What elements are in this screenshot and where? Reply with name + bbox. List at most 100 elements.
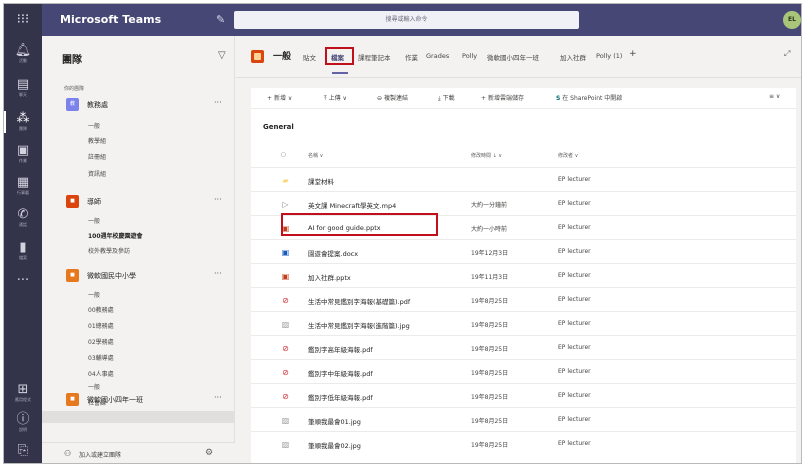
tab-join-community[interactable]: 加入社群 [560, 52, 586, 62]
gear-icon[interactable]: ⚙ [205, 448, 213, 458]
app-launcher-icon[interactable]: ⁝⁝⁝ [4, 4, 42, 36]
rail-label: 行事曆 [17, 190, 29, 195]
upload-button[interactable]: ⤒ 上傳 ∨ [324, 93, 347, 103]
rail-item-calls[interactable]: ✆ 通話 [4, 208, 42, 228]
chat-icon: ▤ [16, 77, 30, 92]
more-options-icon[interactable]: ··· [214, 195, 222, 204]
file-row[interactable]: ▣ 加入社群.pptx 19年11月3日 EP lecturer [251, 263, 796, 287]
add-tab-button[interactable]: + [629, 49, 637, 59]
channel-item[interactable]: 01總務處 [88, 321, 114, 330]
channel-item[interactable]: 一般 [88, 290, 100, 299]
file-name[interactable]: 園遊會提案.docx [308, 248, 358, 258]
channel-item[interactable]: 校外教學及參訪 [88, 246, 130, 255]
download-button[interactable]: ⤓ 下載 [438, 93, 455, 103]
open-in-sharepoint-button[interactable]: S 在 SharePoint 中開啟 [556, 93, 622, 102]
view-options-icon[interactable]: ≡ ∨ [769, 93, 780, 100]
file-modified-by: EP lecturer [558, 272, 591, 279]
tab-grades[interactable]: Grades [426, 52, 449, 60]
tab-class-4-1[interactable]: 微軟國小四年一班 [487, 52, 539, 62]
new-button[interactable]: + 新增 ∨ [267, 93, 292, 102]
tab-polly-1[interactable]: Polly (1) [596, 52, 622, 60]
file-row[interactable]: ⊘ 生活中常見鑑別字海報(基礎篇).pdf 19年8月25日 EP lecturer [251, 287, 796, 311]
file-name[interactable]: 生活中常見鑑別字海報(基礎篇).pdf [308, 296, 410, 306]
team-row[interactable]: ■ 微軟國小四年一班 ··· [42, 391, 235, 409]
file-row[interactable]: ▷ 英文課 Minecraft學英文.mp4 大約一分鐘前 EP lecturer [251, 191, 796, 215]
file-name[interactable]: 課堂材料 [308, 176, 334, 186]
channel-title: 一般 [273, 52, 292, 62]
rail-item-teams[interactable]: ⁂ 團隊 [4, 112, 42, 132]
file-name[interactable]: 鑑別字高年級海報.pdf [308, 344, 373, 354]
rail-item-calendar[interactable]: ▦ 行事曆 [4, 176, 42, 196]
rail-item-apps[interactable]: ⊞ 應用程式 [4, 383, 42, 403]
rail-item-download[interactable]: ⎘ [4, 444, 42, 458]
join-or-create-team[interactable]: ⚇ 加入或建立團隊 ⚙ [42, 442, 235, 463]
channel-item-selected[interactable]: 一般 [88, 382, 100, 391]
file-modified: 19年11月3日 [471, 274, 509, 281]
rail-item-files[interactable]: ▮ 檔案 [4, 241, 42, 261]
file-row[interactable]: ⊘ 鑑別字低年級海報.pdf 19年8月25日 EP lecturer [251, 383, 796, 407]
pdf-file-icon: ⊘ [282, 368, 289, 377]
channel-item[interactable]: 社會課 [88, 398, 106, 407]
file-row[interactable]: ▨ 筆順我最會01.jpg 19年8月25日 EP lecturer [251, 407, 796, 431]
file-name[interactable]: 筆順我最會01.jpg [308, 416, 361, 426]
column-modified-by[interactable]: 修改者 ∨ [558, 152, 578, 159]
channel-item[interactable]: 註冊組 [88, 152, 106, 161]
folder-title: General [263, 123, 294, 131]
channel-item[interactable]: 02學務處 [88, 337, 114, 346]
team-row[interactable]: ■ 微軟國民中小學 ··· [42, 267, 235, 285]
file-row[interactable]: ⊘ 鑑別字中年級海報.pdf 19年8月25日 EP lecturer [251, 359, 796, 383]
tab-polly[interactable]: Polly [462, 52, 477, 60]
team-row[interactable]: ■ 導師 ··· [42, 193, 235, 211]
file-name[interactable]: 生活中常見鑑別字海報(進階篇).jpg [308, 320, 410, 330]
channel-item[interactable]: 100週年校慶園遊會 [88, 231, 143, 240]
rail-item-help[interactable]: ⓘ 說明 [4, 413, 42, 433]
channel-item[interactable]: 教學組 [88, 136, 106, 145]
rail-label: 作業 [19, 158, 27, 163]
teams-window: ⁝⁝⁝ Microsoft Teams ✎ 搜尋或輸入命令 EL 🔔︎ 活動 ▤… [3, 3, 802, 464]
rail-item-more[interactable]: ··· [4, 274, 42, 288]
rail-item-activity[interactable]: 🔔︎ 活動 [4, 44, 42, 64]
image-file-icon: ▨ [281, 440, 290, 449]
expand-icon[interactable]: ⤢ [784, 49, 790, 59]
column-modified[interactable]: 修改時間 ↓ ∨ [471, 152, 502, 159]
file-name[interactable]: 加入社群.pptx [308, 272, 351, 282]
channel-item[interactable]: 04人事處 [88, 369, 114, 378]
active-tab-underline [332, 72, 348, 74]
teams-panel: 團隊 ▽ 你的團隊 教 教務處 ··· 一般 教學組 註冊組 資訊組 ■ 導師 … [42, 36, 235, 463]
file-row[interactable]: ▣ 園遊會提案.docx 19年12月3日 EP lecturer [251, 239, 796, 263]
file-name[interactable]: 筆順我最會02.jpg [308, 440, 361, 450]
download-label: 下載 [442, 95, 455, 102]
channel-item[interactable]: 一般 [88, 121, 100, 130]
more-options-icon[interactable]: ··· [214, 269, 222, 278]
avatar[interactable]: EL [783, 11, 801, 29]
column-name[interactable]: 名稱 ∨ [308, 152, 323, 159]
channel-item[interactable]: 資訊組 [88, 169, 106, 178]
file-row[interactable]: ▰ 課堂材料 EP lecturer [251, 167, 796, 191]
rail-item-assignments[interactable]: ▣ 作業 [4, 144, 42, 164]
search-input[interactable]: 搜尋或輸入命令 [234, 11, 579, 29]
more-options-icon[interactable]: ··· [214, 393, 222, 402]
channel-item[interactable]: 00教務處 [88, 305, 114, 314]
tab-posts[interactable]: 貼文 [303, 52, 316, 62]
filter-icon[interactable]: ▽ [218, 50, 226, 61]
new-chat-icon[interactable]: ✎ [216, 4, 225, 36]
file-row[interactable]: ▨ 生活中常見鑑別字海報(進階篇).jpg 19年8月25日 EP lecturer [251, 311, 796, 335]
tab-assignments[interactable]: 作業 [405, 52, 418, 62]
add-cloud-storage-button[interactable]: + 新增雲端儲存 [481, 93, 524, 102]
file-name[interactable]: 英文課 Minecraft學英文.mp4 [308, 200, 396, 210]
file-name[interactable]: 鑑別字低年級海報.pdf [308, 392, 373, 402]
pdf-file-icon: ⊘ [282, 392, 289, 401]
channel-item[interactable]: 03輔導處 [88, 353, 114, 362]
file-row[interactable]: ▨ 筆順我最會02.jpg 19年8月25日 EP lecturer [251, 431, 796, 455]
pdf-file-icon: ⊘ [282, 296, 289, 305]
tab-class-notebook[interactable]: 課程筆記本 [358, 52, 391, 62]
team-row[interactable]: 教 教務處 ··· [42, 96, 235, 114]
channel-item[interactable]: 一般 [88, 216, 100, 225]
more-options-icon[interactable]: ··· [214, 98, 222, 107]
column-name-label: 名稱 [308, 153, 319, 159]
file-name[interactable]: 鑑別字中年級海報.pdf [308, 368, 373, 378]
copy-link-button[interactable]: ⊖ 複製連結 [377, 93, 408, 102]
file-row[interactable]: ⊘ 鑑別字高年級海報.pdf 19年8月25日 EP lecturer [251, 335, 796, 359]
video-file-highlight-box [281, 213, 438, 236]
rail-item-chat[interactable]: ▤ 聊天 [4, 78, 42, 98]
